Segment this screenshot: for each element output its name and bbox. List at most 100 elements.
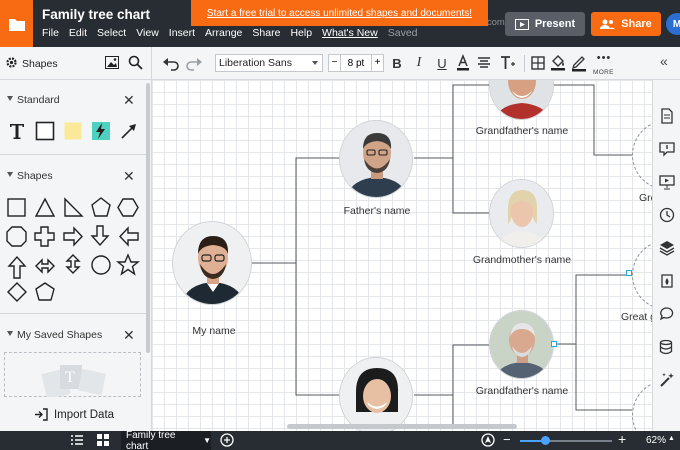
square-shape-icon[interactable] [7,198,26,217]
zoom-slider-handle[interactable] [541,436,551,445]
zoom-out-icon[interactable]: − [503,432,511,447]
text-color-icon[interactable] [455,54,471,72]
triangle-shape-icon[interactable] [34,197,56,217]
menu-whats-new[interactable]: What's New [322,27,378,39]
page-icon[interactable] [659,108,675,124]
collapse-panel-icon[interactable]: « [660,53,668,69]
import-data-button[interactable]: Import Data [0,398,148,431]
redo-icon[interactable] [185,54,203,72]
align-center-icon[interactable] [477,54,491,72]
mother-photo[interactable] [339,357,413,431]
sticky-note-icon[interactable] [61,119,85,143]
double-arrow-vertical-icon[interactable] [65,254,81,274]
bold-icon[interactable]: B [390,54,404,72]
font-size-stepper[interactable]: − 8 pt + [328,54,384,72]
zoom-in-icon[interactable]: + [618,431,626,447]
father-name-label[interactable]: Father's name [344,205,411,217]
menu-insert[interactable]: Insert [169,27,195,39]
diagram-canvas[interactable]: Great g Great g My name [152,80,652,431]
history-clock-icon[interactable] [659,207,675,223]
close-shapes-icon[interactable]: ✕ [123,168,135,185]
undo-icon[interactable] [162,54,180,72]
text-shape-icon[interactable] [5,119,29,143]
selection-handle[interactable] [626,270,632,276]
close-standard-icon[interactable]: ✕ [123,92,135,109]
add-page-icon[interactable] [220,433,234,447]
grandmother-name-label[interactable]: Grandmother's name [473,254,571,266]
father-photo[interactable] [339,120,413,198]
my-name-label[interactable]: My name [192,325,235,337]
menu-view[interactable]: View [136,27,159,39]
section-shapes[interactable]: Shapes ✕ [0,165,148,187]
star-shape-icon[interactable] [116,253,140,276]
comment-icon[interactable] [659,141,675,157]
menu-select[interactable]: Select [97,27,126,39]
more-label[interactable]: MORE [593,69,614,76]
great-grandparent-label[interactable]: Great g [621,311,652,323]
grandfather-name-label[interactable]: Grandfather's name [476,125,568,137]
fill-drop-icon[interactable] [659,273,675,289]
canvas-scrollbar[interactable] [287,424,517,429]
font-size-increase[interactable]: + [371,55,383,71]
grandmother-photo[interactable] [489,179,554,248]
menu-share[interactable]: Share [252,27,280,39]
right-triangle-shape-icon[interactable] [64,197,84,217]
navigate-icon[interactable] [481,433,495,447]
close-saved-icon[interactable]: ✕ [123,327,135,344]
maternal-grandfather-photo[interactable] [489,310,554,379]
lightning-shape-icon[interactable] [89,119,113,143]
hexagon-shape-icon[interactable] [117,198,139,217]
section-standard[interactable]: Standard ✕ [0,89,148,111]
menu-edit[interactable]: Edit [69,27,87,39]
line-color-icon[interactable] [571,54,587,72]
circle-shape-icon[interactable] [91,255,111,275]
presentation-icon[interactable] [659,174,675,190]
section-saved-shapes[interactable]: My Saved Shapes ✕ [0,324,148,346]
my-photo[interactable] [172,221,252,305]
italic-icon[interactable]: I [413,54,425,72]
rectangle-shape-icon[interactable] [33,119,57,143]
arrow-line-icon[interactable] [117,119,141,143]
table-icon[interactable] [531,54,545,72]
tab-dropdown-icon[interactable]: ▼ [203,436,211,445]
present-button[interactable]: Present [505,12,585,36]
diamond-shape-icon[interactable] [7,282,27,302]
share-button[interactable]: Share [591,12,661,36]
arrow-left-shape-icon[interactable] [119,226,139,247]
cross-shape-icon[interactable] [34,226,55,247]
arrow-down-shape-icon[interactable] [90,225,110,247]
arrow-right-shape-icon[interactable] [63,226,83,247]
font-size-value[interactable]: 8 pt [341,58,371,69]
menu-arrange[interactable]: Arrange [205,27,242,39]
rounded-pentagon-shape-icon[interactable] [35,282,55,301]
app-logo[interactable] [0,0,33,47]
font-family-select[interactable]: Liberation Sans [215,54,323,72]
list-view-icon[interactable] [70,433,84,447]
text-options-icon[interactable] [500,54,516,72]
magic-wand-icon[interactable] [659,372,675,388]
more-dots-icon[interactable]: ••• [595,52,613,64]
pentagon-shape-icon[interactable] [91,197,111,217]
menu-file[interactable]: File [42,27,59,39]
grid-view-icon[interactable] [96,433,110,447]
maternal-grandfather-name-label[interactable]: Grandfather's name [476,385,568,397]
font-size-decrease[interactable]: − [329,55,341,71]
user-avatar[interactable]: M [666,13,680,35]
panel-scrollbar[interactable] [146,83,150,353]
menu-help[interactable]: Help [290,27,312,39]
great-grandparent-label[interactable]: Great g [639,192,652,204]
data-database-icon[interactable] [659,339,675,355]
arrow-up-shape-icon[interactable] [7,255,27,279]
document-title[interactable]: Family tree chart [42,7,150,22]
zoom-dropdown-icon[interactable]: ▲ [668,435,675,442]
layers-icon[interactable] [659,240,675,256]
image-icon[interactable] [105,56,119,69]
search-icon[interactable] [128,55,143,70]
page-tab[interactable]: Family tree chart ▼ [121,430,211,450]
promo-banner[interactable]: Start a free trial to access unlimited s… [191,0,488,26]
double-arrow-horizontal-icon[interactable] [35,258,55,274]
chat-icon[interactable] [659,306,675,322]
underline-icon[interactable]: U [435,54,449,72]
octagon-shape-icon[interactable] [6,226,27,247]
fill-color-icon[interactable] [550,54,566,72]
